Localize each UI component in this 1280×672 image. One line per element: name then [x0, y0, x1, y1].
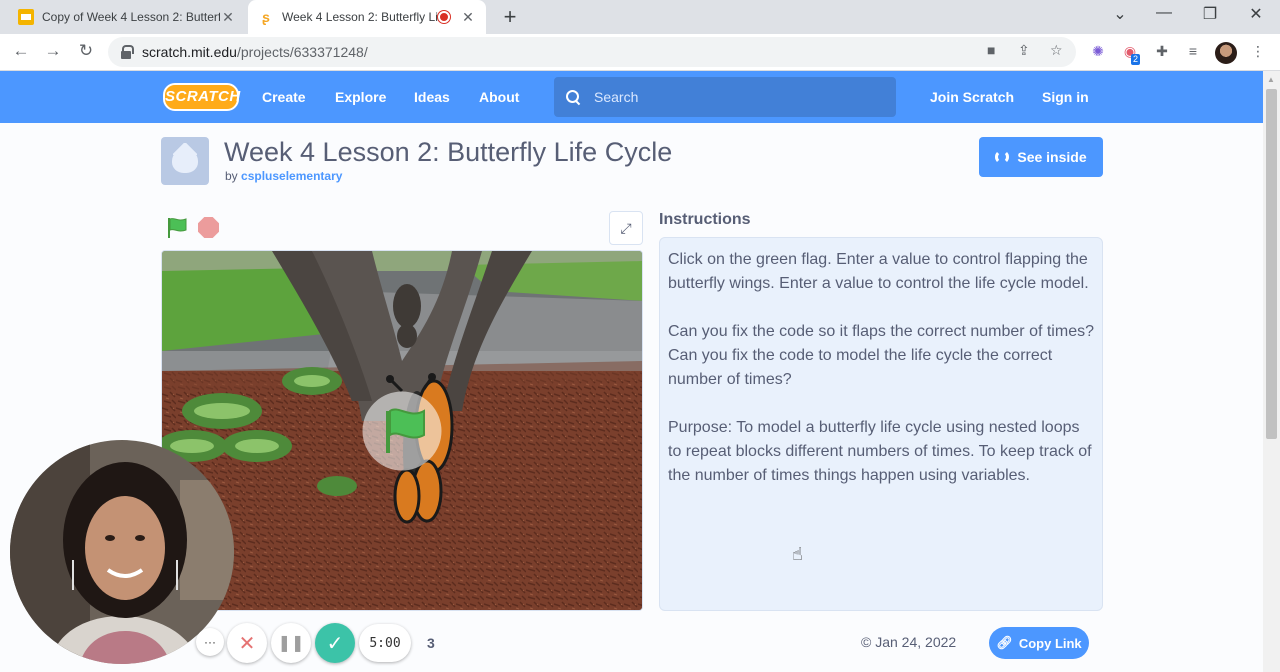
- slides-icon: [18, 9, 34, 25]
- link-icon: 🔗︎: [996, 635, 1013, 650]
- see-inside-button[interactable]: See inside: [979, 137, 1103, 177]
- pause-icon: ❚❚: [277, 635, 305, 652]
- browser-tab-slides[interactable]: Copy of Week 4 Lesson 2: Butterfl ✕: [8, 0, 246, 34]
- scratch-navbar: SCRATCH Create Explore Ideas About Join …: [0, 71, 1263, 123]
- more-icon: ···: [204, 635, 216, 649]
- copy-link-label: Copy Link: [1018, 635, 1082, 651]
- recorder-more-button[interactable]: ···: [196, 628, 224, 656]
- stop-sign-icon[interactable]: [198, 217, 219, 238]
- instructions-paragraph: Click on the green flag. Enter a value t…: [668, 251, 1089, 292]
- camera-icon[interactable]: ■: [987, 42, 995, 58]
- nav-create[interactable]: Create: [262, 71, 306, 123]
- instructions-heading: Instructions: [659, 211, 751, 228]
- nav-ideas[interactable]: Ideas: [414, 71, 450, 123]
- recorder-done-button[interactable]: ✓: [315, 623, 355, 663]
- copyright-icon: ©: [861, 634, 872, 650]
- restore-button[interactable]: ❐: [1198, 4, 1222, 24]
- project-title: Week 4 Lesson 2: Butterfly Life Cycle: [224, 137, 673, 167]
- fullscreen-icon: ⤢: [620, 219, 632, 236]
- fullscreen-button[interactable]: ⤢: [609, 211, 643, 245]
- green-flag-icon[interactable]: [166, 217, 188, 239]
- recording-icon: [438, 11, 450, 23]
- window-close-button[interactable]: ✕: [1244, 4, 1268, 24]
- search-box[interactable]: [554, 77, 896, 117]
- instructions-box: Click on the green flag. Enter a value t…: [659, 237, 1103, 611]
- see-inside-label: See inside: [1017, 149, 1087, 165]
- join-scratch-link[interactable]: Join Scratch: [930, 71, 1014, 123]
- stage-backdrop: [162, 251, 642, 610]
- tab-title: Week 4 Lesson 2: Butterfly Li: [282, 10, 438, 24]
- url-host: scratch.mit.edu: [142, 44, 237, 60]
- minimize-button[interactable]: —: [1152, 4, 1176, 22]
- address-bar[interactable]: scratch.mit.edu/projects/633371248/: [108, 37, 1076, 67]
- see-inside-icon: [995, 150, 1010, 164]
- search-icon: [566, 90, 580, 104]
- scratch-logo[interactable]: SCRATCH: [163, 83, 240, 111]
- scratch-favicon-icon: ʂ: [262, 9, 270, 25]
- nav-about[interactable]: About: [479, 71, 519, 123]
- share-icon[interactable]: ⇪: [1018, 42, 1030, 59]
- close-icon[interactable]: ✕: [220, 9, 236, 26]
- menu-kebab-icon[interactable]: ⋮: [1249, 43, 1267, 61]
- sign-in-link[interactable]: Sign in: [1042, 71, 1089, 123]
- scrollbar-thumb[interactable]: [1266, 89, 1277, 439]
- pointer-hand-icon: ☝: [792, 544, 803, 564]
- recorder-count: 3: [427, 635, 435, 651]
- scroll-up-icon[interactable]: ▲: [1267, 75, 1275, 84]
- recorder-timer: 5:00: [359, 624, 411, 662]
- browser-tab-strip: Copy of Week 4 Lesson 2: Butterfl ✕ ʂ We…: [0, 0, 1280, 34]
- recorder-pause-button[interactable]: ❚❚: [271, 623, 311, 663]
- bookmark-star-icon[interactable]: ☆: [1050, 42, 1063, 59]
- reload-icon[interactable]: ↻: [75, 41, 97, 61]
- copy-link-button[interactable]: 🔗︎ Copy Link: [989, 627, 1089, 659]
- date-text: Jan 24, 2022: [875, 634, 957, 650]
- extensions-puzzle-icon[interactable]: ✚: [1153, 43, 1171, 61]
- profile-avatar[interactable]: [1215, 42, 1237, 64]
- media-control-icon[interactable]: ≡: [1184, 43, 1202, 61]
- extension-badge: 2: [1131, 54, 1141, 65]
- browser-tab-scratch[interactable]: ʂ Week 4 Lesson 2: Butterfly Li ✕: [248, 0, 486, 34]
- extension-flower-icon[interactable]: ✺: [1089, 43, 1107, 61]
- by-prefix: by: [225, 169, 238, 183]
- url-path: /projects/633371248/: [236, 44, 368, 60]
- instructions-paragraph: Can you fix the code so it flaps the cor…: [668, 323, 1094, 388]
- author-avatar[interactable]: [161, 137, 209, 185]
- cancel-icon: ✕: [238, 632, 256, 655]
- nav-explore[interactable]: Explore: [335, 71, 386, 123]
- lock-icon: [120, 45, 134, 59]
- tab-search-icon[interactable]: ⌄: [1108, 4, 1132, 24]
- project-date: © Jan 24, 2022: [861, 634, 956, 650]
- search-input[interactable]: [594, 89, 884, 105]
- forward-icon[interactable]: →: [42, 41, 64, 61]
- close-icon[interactable]: ✕: [460, 9, 476, 26]
- instructions-paragraph: Purpose: To model a butterfly life cycle…: [668, 419, 1092, 484]
- new-tab-button[interactable]: +: [498, 4, 522, 30]
- check-icon: ✓: [326, 632, 344, 655]
- recorder-cancel-button[interactable]: ✕: [227, 623, 267, 663]
- tab-title: Copy of Week 4 Lesson 2: Butterfl: [42, 10, 220, 24]
- page-scrollbar[interactable]: ▲: [1263, 71, 1280, 672]
- byline: by cspluselementary: [225, 169, 342, 183]
- browser-toolbar: ← → ↻ scratch.mit.edu/projects/633371248…: [0, 34, 1280, 71]
- author-link[interactable]: cspluselementary: [241, 169, 342, 183]
- back-icon[interactable]: ←: [10, 41, 32, 61]
